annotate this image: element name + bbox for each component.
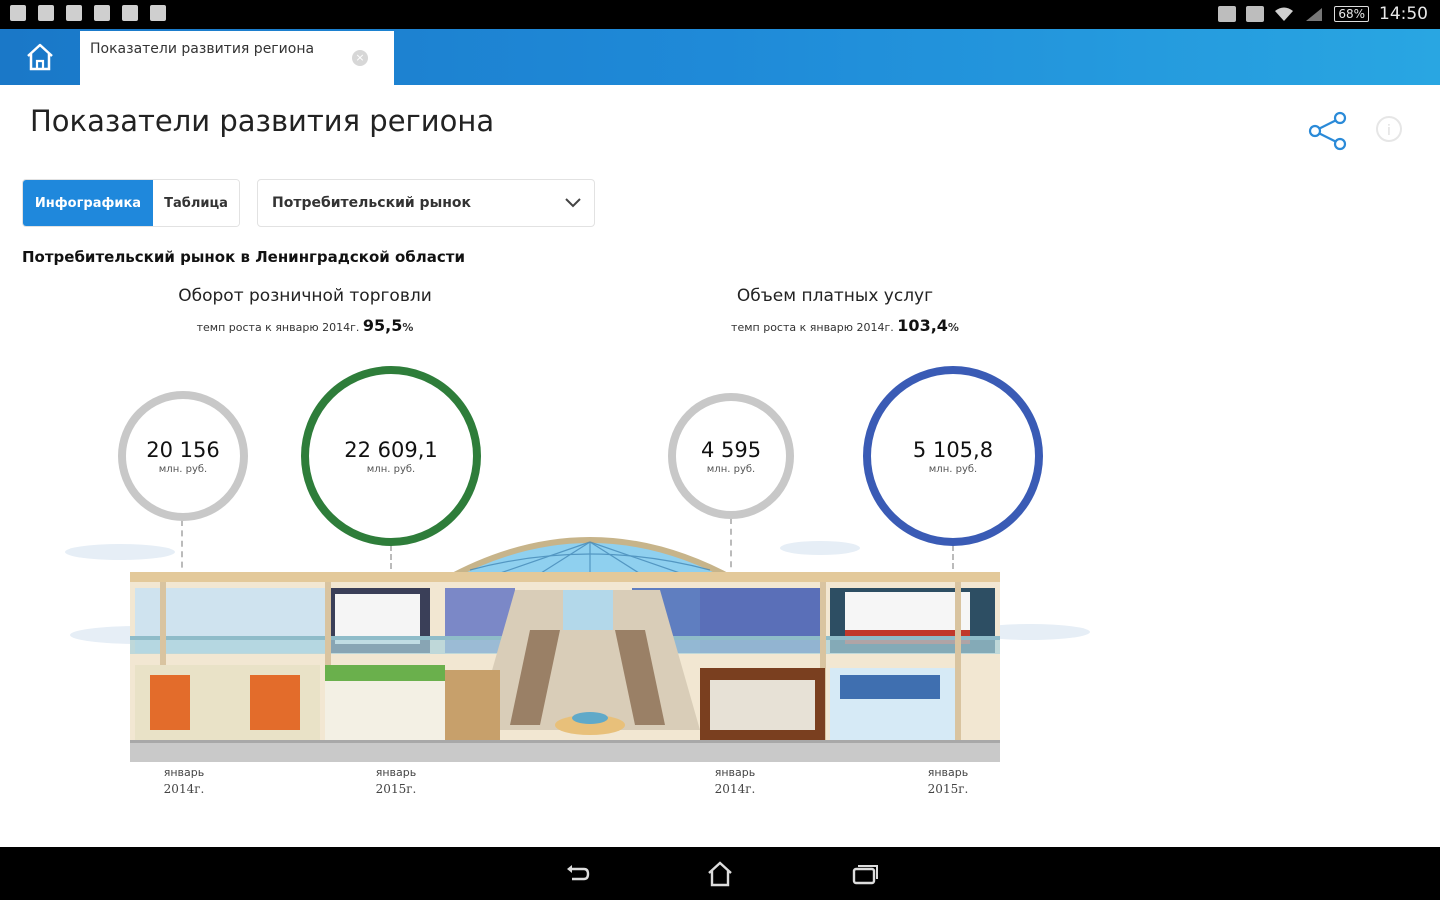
growth-value: 95,5 bbox=[362, 316, 403, 335]
month: январь bbox=[163, 766, 205, 779]
date-label: январь 2014г. bbox=[690, 764, 780, 798]
tab-label: Показатели развития региона bbox=[90, 41, 315, 57]
growth-unit: % bbox=[402, 321, 414, 334]
back-icon bbox=[567, 865, 590, 881]
close-tab-button[interactable]: × bbox=[352, 50, 368, 66]
indicator-growth: темп роста к январю 2014г. 103,4% bbox=[670, 316, 1020, 335]
app-bar: Показатели развития региона × bbox=[0, 29, 1440, 85]
share-button[interactable] bbox=[1306, 110, 1350, 152]
android-icon bbox=[150, 5, 166, 21]
month: январь bbox=[375, 766, 417, 779]
home-nav-button[interactable] bbox=[705, 859, 735, 889]
unit: млн. руб. bbox=[706, 463, 756, 475]
wifi-icon bbox=[1275, 7, 1294, 21]
view-switch: Инфографика Таблица bbox=[22, 179, 240, 227]
value: 4 595 bbox=[700, 437, 762, 462]
category-dropdown[interactable]: Потребительский рынок bbox=[257, 179, 595, 227]
indicator-title: Оборот розничной торговли bbox=[178, 286, 432, 306]
home-icon bbox=[708, 861, 732, 887]
indicator-title: Объем платных услуг bbox=[736, 286, 934, 306]
value-circle: 4 595 млн. руб. bbox=[668, 393, 794, 519]
value-circle-highlight: 22 609,1 млн. руб. bbox=[301, 366, 481, 546]
month: январь bbox=[927, 766, 969, 779]
notification-icon bbox=[122, 5, 138, 21]
value-circle-highlight: 5 105,8 млн. руб. bbox=[863, 366, 1043, 546]
chevron-down-icon bbox=[565, 198, 581, 208]
back-button[interactable] bbox=[562, 859, 592, 889]
unit: млн. руб. bbox=[366, 463, 416, 475]
date-label: январь 2014г. bbox=[139, 764, 229, 798]
system-nav-bar bbox=[0, 847, 1440, 900]
battery-icon: 68% bbox=[1334, 6, 1369, 22]
sim-icon bbox=[1246, 6, 1265, 22]
section-title: Потребительский рынок в Ленинградской об… bbox=[22, 248, 465, 266]
signal-icon bbox=[1306, 8, 1323, 21]
notification-icon bbox=[66, 5, 82, 21]
growth-label: темп роста к январю 2014г. bbox=[196, 321, 360, 334]
growth-label: темп роста к январю 2014г. bbox=[731, 321, 894, 334]
share-icon bbox=[1308, 111, 1347, 151]
unit: млн. руб. bbox=[158, 463, 208, 475]
notification-icons bbox=[10, 5, 166, 21]
growth-value: 103,4 bbox=[897, 316, 948, 335]
tab-infographic[interactable]: Инфографика bbox=[23, 180, 153, 226]
notification-icon bbox=[38, 5, 54, 21]
tab-table[interactable]: Таблица bbox=[153, 180, 239, 226]
value: 20 156 bbox=[146, 437, 220, 462]
clock: 14:50 bbox=[1379, 4, 1428, 24]
value: 22 609,1 bbox=[344, 437, 438, 462]
page-title: Показатели развития региона bbox=[30, 104, 495, 138]
year: 2015г. bbox=[375, 782, 417, 796]
unit: млн. руб. bbox=[928, 463, 978, 475]
value-circle: 20 156 млн. руб. bbox=[118, 391, 248, 521]
info-button[interactable]: i bbox=[1376, 116, 1402, 142]
notification-icon bbox=[10, 5, 26, 21]
year: 2014г. bbox=[163, 782, 205, 796]
home-icon bbox=[27, 43, 53, 71]
category-selected: Потребительский рынок bbox=[272, 195, 472, 211]
info-icon: i bbox=[1387, 123, 1391, 139]
growth-unit: % bbox=[947, 321, 959, 334]
indicator-growth: темп роста к январю 2014г. 95,5% bbox=[140, 316, 470, 335]
date-label: январь 2015г. bbox=[351, 764, 441, 798]
year: 2014г. bbox=[714, 782, 756, 796]
notification-icon bbox=[94, 5, 110, 21]
month: январь bbox=[714, 766, 756, 779]
tab-indicators[interactable]: Показатели развития региона × bbox=[80, 31, 394, 85]
home-button[interactable] bbox=[0, 29, 80, 85]
date-label: январь 2015г. bbox=[903, 764, 993, 798]
system-status: 68% 14:50 bbox=[1218, 4, 1428, 24]
status-bar: 68% 14:50 bbox=[0, 0, 1440, 29]
shopping-mall-illustration bbox=[65, 537, 1090, 762]
year: 2015г. bbox=[927, 782, 969, 796]
sync-icon bbox=[1218, 6, 1237, 22]
value: 5 105,8 bbox=[912, 437, 994, 462]
recent-apps-icon bbox=[852, 865, 878, 885]
recents-button[interactable] bbox=[850, 859, 880, 889]
